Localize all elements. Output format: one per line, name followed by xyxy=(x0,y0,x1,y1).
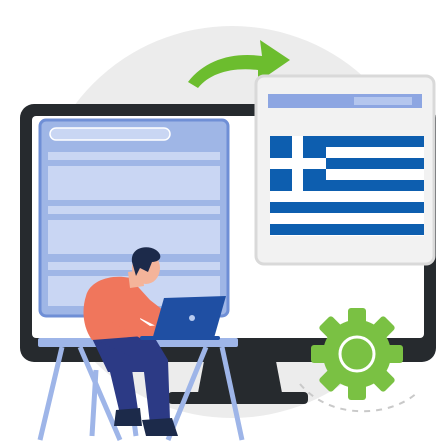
greek-flag-icon xyxy=(270,136,424,236)
form-field xyxy=(48,152,220,160)
form-field xyxy=(48,166,220,200)
form-field xyxy=(48,220,220,254)
gear-icon xyxy=(311,308,403,400)
translation-illustration xyxy=(20,26,436,441)
form-title-bar xyxy=(49,127,171,141)
form-field xyxy=(48,206,220,214)
illustration-stage xyxy=(0,0,441,443)
translation-card xyxy=(254,74,436,266)
